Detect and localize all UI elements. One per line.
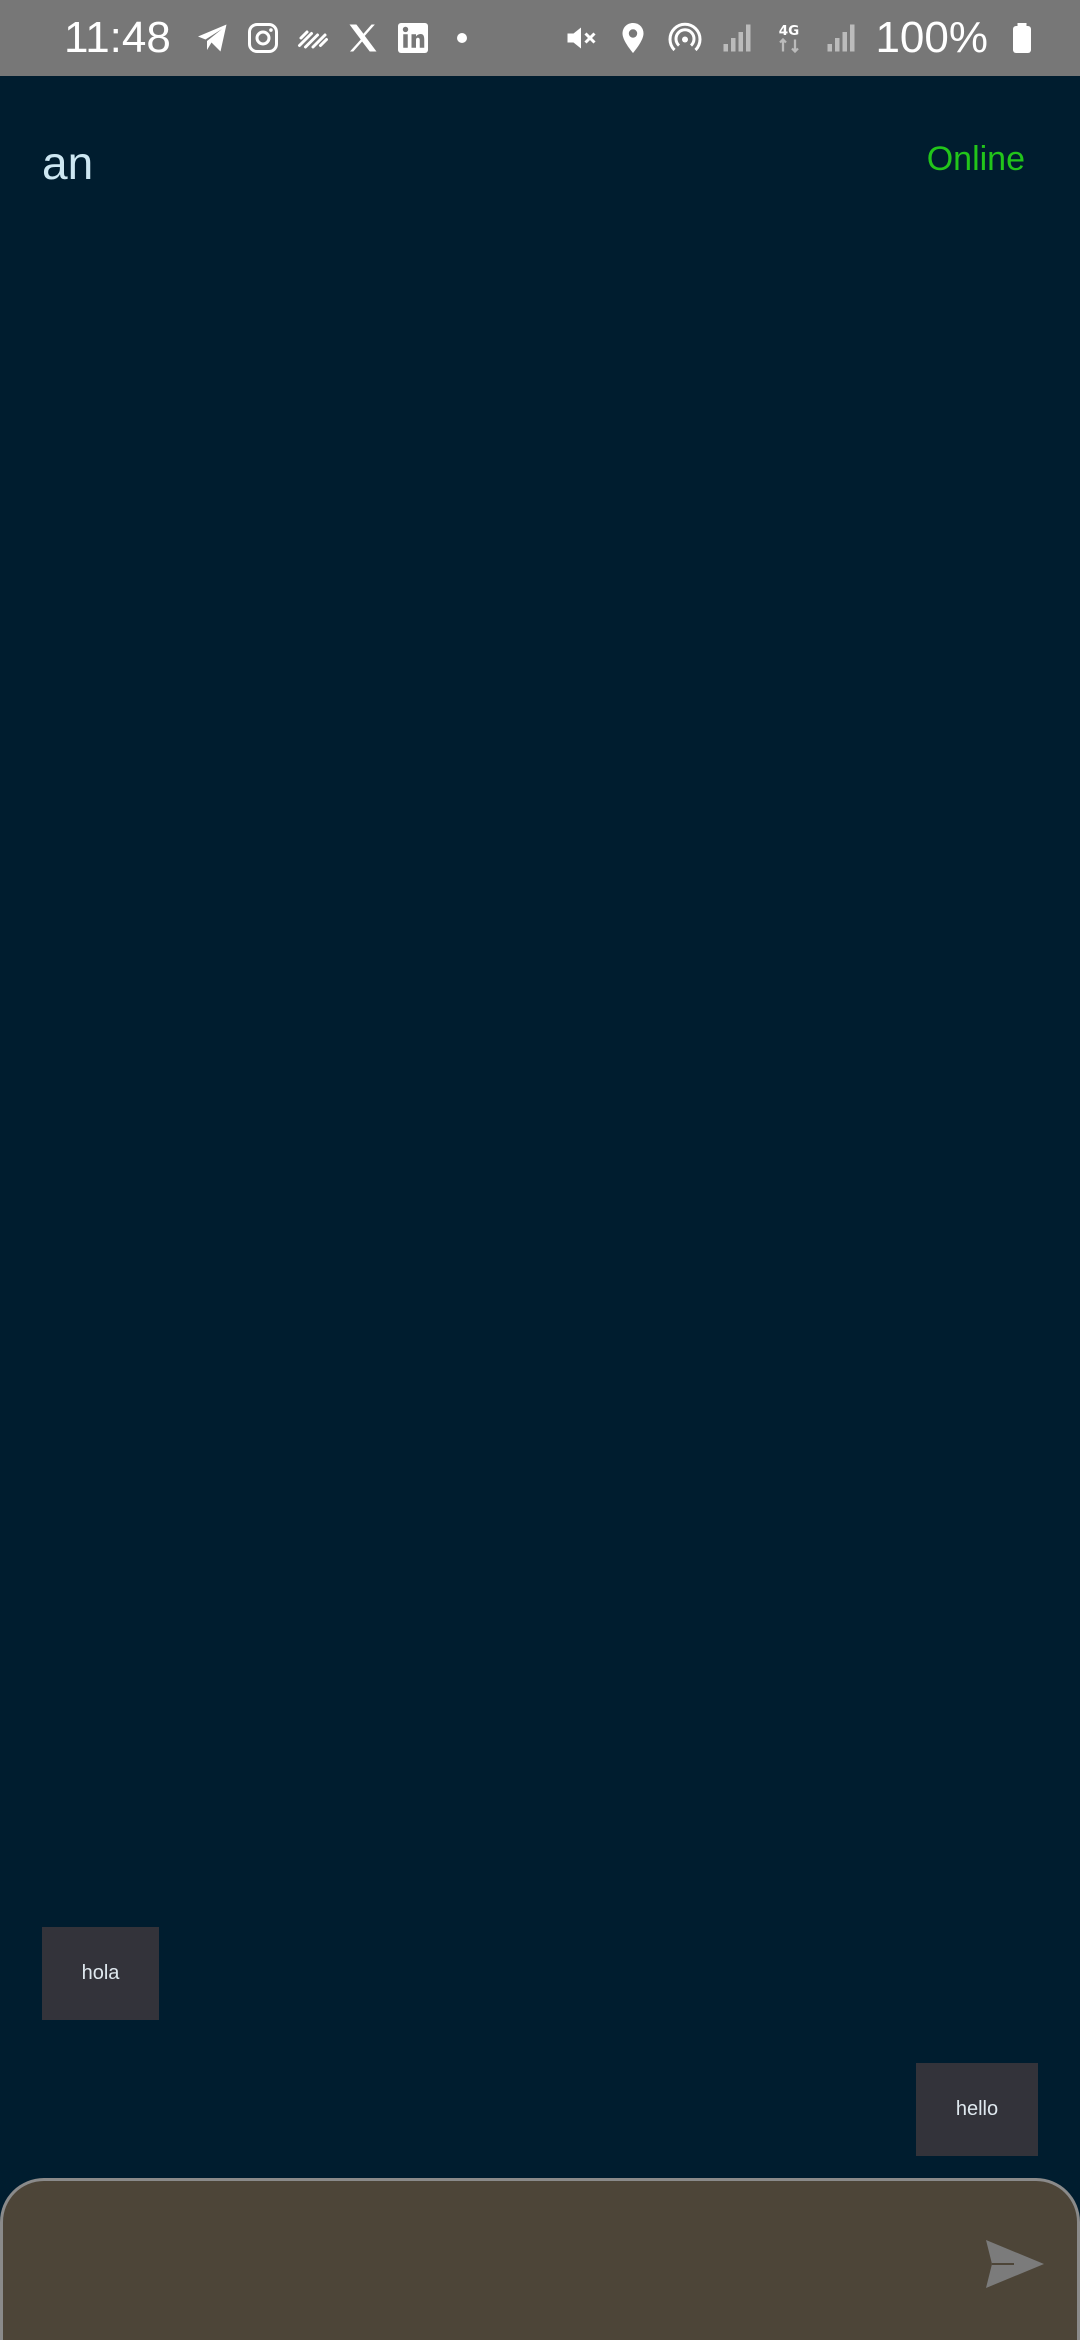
chat-screen: 11:48 4G 100% an Online hola hello [0, 0, 1080, 2340]
status-bar: 11:48 4G 100% [0, 0, 1080, 76]
mute-icon [563, 20, 599, 56]
more-dot-icon [456, 33, 467, 43]
presence-status: Online [926, 140, 1025, 178]
battery-icon [1004, 20, 1040, 56]
status-bar-left: 11:48 [64, 13, 467, 63]
contact-name[interactable]: an [42, 136, 93, 190]
network-4g-icon: 4G [771, 20, 807, 56]
telegram-icon [195, 20, 231, 56]
message-text: hello [955, 2098, 999, 2120]
status-bar-right: 4G 100% [563, 13, 1040, 63]
hotspot-icon [667, 20, 703, 56]
svg-text:4G: 4G [779, 23, 799, 39]
message-text: hola [81, 1962, 120, 1984]
battery-percent: 100% [875, 13, 988, 62]
send-icon [986, 2240, 1044, 2288]
clock: 11:48 [64, 13, 171, 62]
message-bubble-incoming[interactable]: hola [42, 1927, 159, 2020]
send-button[interactable] [983, 2236, 1047, 2292]
location-icon [615, 20, 651, 56]
feed-icon [295, 20, 331, 56]
signal-icon [719, 20, 755, 56]
instagram-icon [245, 20, 281, 56]
message-bubble-outgoing[interactable]: hello [916, 2063, 1038, 2156]
linkedin-icon [395, 20, 431, 56]
chat-header: an Online [0, 76, 1080, 246]
x-icon [345, 20, 381, 56]
message-composer [0, 2178, 1080, 2340]
message-input[interactable] [33, 2205, 957, 2317]
signal-icon [823, 20, 859, 56]
